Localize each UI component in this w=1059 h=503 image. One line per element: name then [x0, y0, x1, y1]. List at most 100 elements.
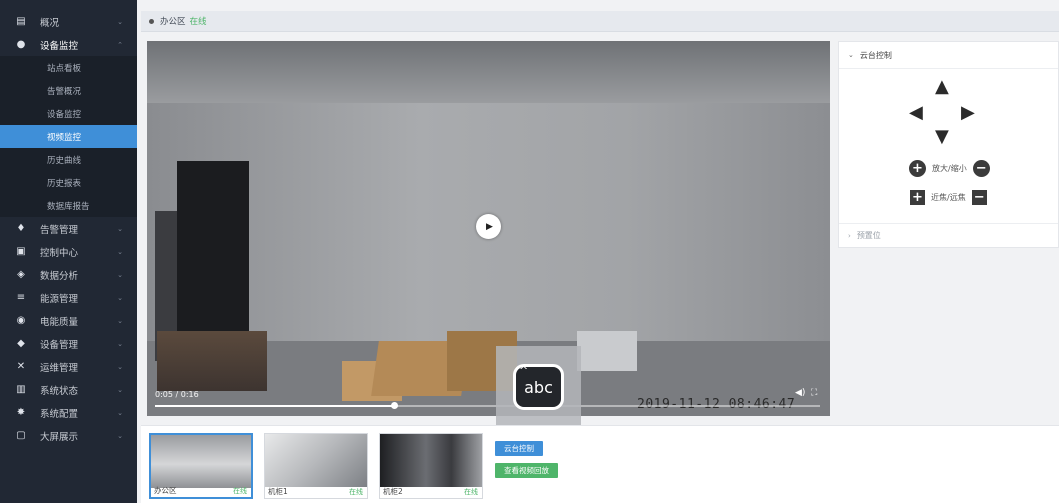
control-icon: ▣ [16, 246, 26, 257]
arrow-up-icon[interactable]: ▲ [935, 78, 949, 96]
camera-thumb-office[interactable]: 办公区 在线 [149, 433, 253, 499]
preset-section-header[interactable]: › 预置位 [839, 223, 1058, 247]
breadcrumb-location: 办公区 [160, 17, 186, 27]
fullscreen-icon[interactable]: ⛶ [811, 388, 817, 398]
online-status: 在线 [189, 17, 207, 27]
camera-thumb-rack1[interactable]: 机柜1 在线 [264, 433, 368, 499]
nav-label: 系统配置 [40, 408, 79, 420]
nav-item-overview[interactable]: ▤ 概况 ⌄ [0, 10, 137, 33]
chevron-down-icon: ⌄ [117, 270, 123, 279]
play-button[interactable]: ▶ [476, 214, 501, 239]
camera-thumb-name: 机柜2 [383, 487, 403, 496]
chevron-down-icon: ⌄ [117, 316, 123, 325]
nav-item-ops[interactable]: ✕ 运维管理 ⌄ [0, 355, 137, 378]
zoom-in-button[interactable]: + [909, 160, 926, 177]
nav-label: 告警管理 [40, 224, 79, 236]
chevron-down-icon: ⌄ [848, 51, 854, 59]
volume-icon[interactable]: ◀) [795, 388, 805, 398]
camera-thumb-status: 在线 [464, 488, 478, 496]
sub-item-db-report[interactable]: 数据库报告 [0, 194, 137, 217]
view-playback-button[interactable]: 查看视频回放 [495, 463, 558, 478]
chevron-down-icon: ⌄ [117, 408, 123, 417]
chevron-down-icon: ⌄ [117, 17, 123, 26]
video-frame-rack [177, 161, 249, 351]
nav-label: 大屏展示 [40, 431, 79, 443]
sub-item-site-board[interactable]: 站点看板 [0, 56, 137, 79]
nav-label: 设备监控 [40, 40, 79, 52]
camera-thumbnail-strip: 办公区 在线 机柜1 在线 机柜2 在线 云台控制 查看视频回放 [141, 425, 1059, 503]
monitor-icon: ● [16, 39, 26, 50]
energy-icon: ≡ [16, 292, 26, 303]
nav-item-power-quality[interactable]: ◉ 电能质量 ⌄ [0, 309, 137, 332]
nav-label: 系统状态 [40, 385, 79, 397]
nav-label: 控制中心 [40, 247, 79, 259]
camera-thumb-image [151, 435, 251, 488]
camera-thumb-name: 机柜1 [268, 487, 288, 496]
sub-item-device-monitor[interactable]: 设备监控 [0, 102, 137, 125]
arrow-right-icon[interactable]: ▶ [961, 104, 975, 122]
video-time: 0:05 / 0:16 [155, 390, 199, 399]
video-frame-clutter [157, 331, 267, 391]
nav-item-device-mgmt[interactable]: ◆ 设备管理 ⌄ [0, 332, 137, 355]
nav-item-control[interactable]: ▣ 控制中心 ⌄ [0, 240, 137, 263]
sub-item-history-report[interactable]: 历史报表 [0, 171, 137, 194]
zoom-out-button[interactable]: − [972, 160, 990, 177]
bell-icon: ♦ [16, 223, 26, 234]
zoom-label: 放大/缩小 [932, 164, 967, 173]
ime-abc-icon: ^ abc [513, 364, 564, 410]
nav-item-energy[interactable]: ≡ 能源管理 ⌄ [0, 286, 137, 309]
chevron-down-icon: ⌄ [117, 385, 123, 394]
ptz-control-button[interactable]: 云台控制 [495, 441, 543, 456]
video-progress-fill [155, 405, 395, 407]
dashboard-icon: ▤ [16, 16, 26, 27]
focus-label: 近焦/远焦 [931, 193, 966, 202]
ime-caret: ^ [519, 364, 529, 377]
nav-item-analysis[interactable]: ◈ 数据分析 ⌄ [0, 263, 137, 286]
ime-label: abc [524, 377, 553, 397]
breadcrumb: 办公区 在线 [141, 11, 1059, 32]
camera-thumb-status: 在线 [349, 488, 363, 496]
chevron-down-icon: ⌄ [117, 431, 123, 440]
status-icon: ▥ [16, 384, 26, 395]
arrow-down-icon[interactable]: ▼ [935, 128, 949, 146]
arrow-left-icon[interactable]: ◀ [909, 104, 923, 122]
focus-far-button[interactable]: − [971, 190, 987, 205]
camera-thumb-image [265, 434, 367, 487]
camera-thumb-status: 在线 [233, 487, 247, 495]
nav-label: 运维管理 [40, 362, 79, 374]
chevron-down-icon: ⌄ [117, 293, 123, 302]
ptz-panel-header[interactable]: ⌄ 云台控制 [839, 42, 1058, 69]
ptz-panel: ⌄ 云台控制 ▲ ◀ ▶ ▼ + 放大/缩小 − + 近焦/远焦 − › 预置位 [838, 41, 1059, 248]
nav-item-system-config[interactable]: ✸ 系统配置 ⌄ [0, 401, 137, 424]
chevron-right-icon: › [848, 231, 851, 240]
camera-thumb-rack2[interactable]: 机柜2 在线 [379, 433, 483, 499]
location-dot-icon [149, 18, 154, 24]
screen-icon: ▢ [16, 430, 26, 441]
sub-item-video-monitor[interactable]: 视频监控 [0, 125, 137, 148]
sub-item-alarm-overview[interactable]: 告警概况 [0, 79, 137, 102]
nav-item-alarm[interactable]: ♦ 告警管理 ⌄ [0, 217, 137, 240]
camera-thumb-name: 办公区 [154, 486, 177, 495]
nav-item-big-screen[interactable]: ▢ 大屏展示 ⌄ [0, 424, 137, 447]
nav-label: 能源管理 [40, 293, 79, 305]
nav-label: 数据分析 [40, 270, 79, 282]
preset-title: 预置位 [856, 231, 881, 240]
nav-item-system-status[interactable]: ▥ 系统状态 ⌄ [0, 378, 137, 401]
video-progress-bar[interactable] [155, 405, 820, 407]
sub-item-history-curve[interactable]: 历史曲线 [0, 148, 137, 171]
analysis-icon: ◈ [17, 269, 25, 280]
ime-indicator: ^ abc [496, 346, 581, 428]
chevron-down-icon: ⌄ [117, 339, 123, 348]
video-player[interactable]: ▶ 2019-11-12 08:46:47 0:05 / 0:16 ◀) ⛶ [147, 41, 830, 416]
focus-near-button[interactable]: + [910, 190, 925, 205]
zoom-row: + 放大/缩小 − [909, 160, 990, 177]
gear-icon: ✸ [16, 407, 26, 418]
nav-label: 设备管理 [40, 339, 79, 351]
ptz-title: 云台控制 [859, 50, 892, 60]
nav-item-device-monitor[interactable]: ● 设备监控 ⌃ [0, 33, 137, 56]
camera-thumb-image [380, 434, 482, 487]
chevron-down-icon: ⌄ [117, 224, 123, 233]
nav-label: 概况 [40, 17, 60, 29]
video-frame-window [577, 331, 637, 371]
chevron-up-icon: ⌃ [117, 40, 123, 49]
